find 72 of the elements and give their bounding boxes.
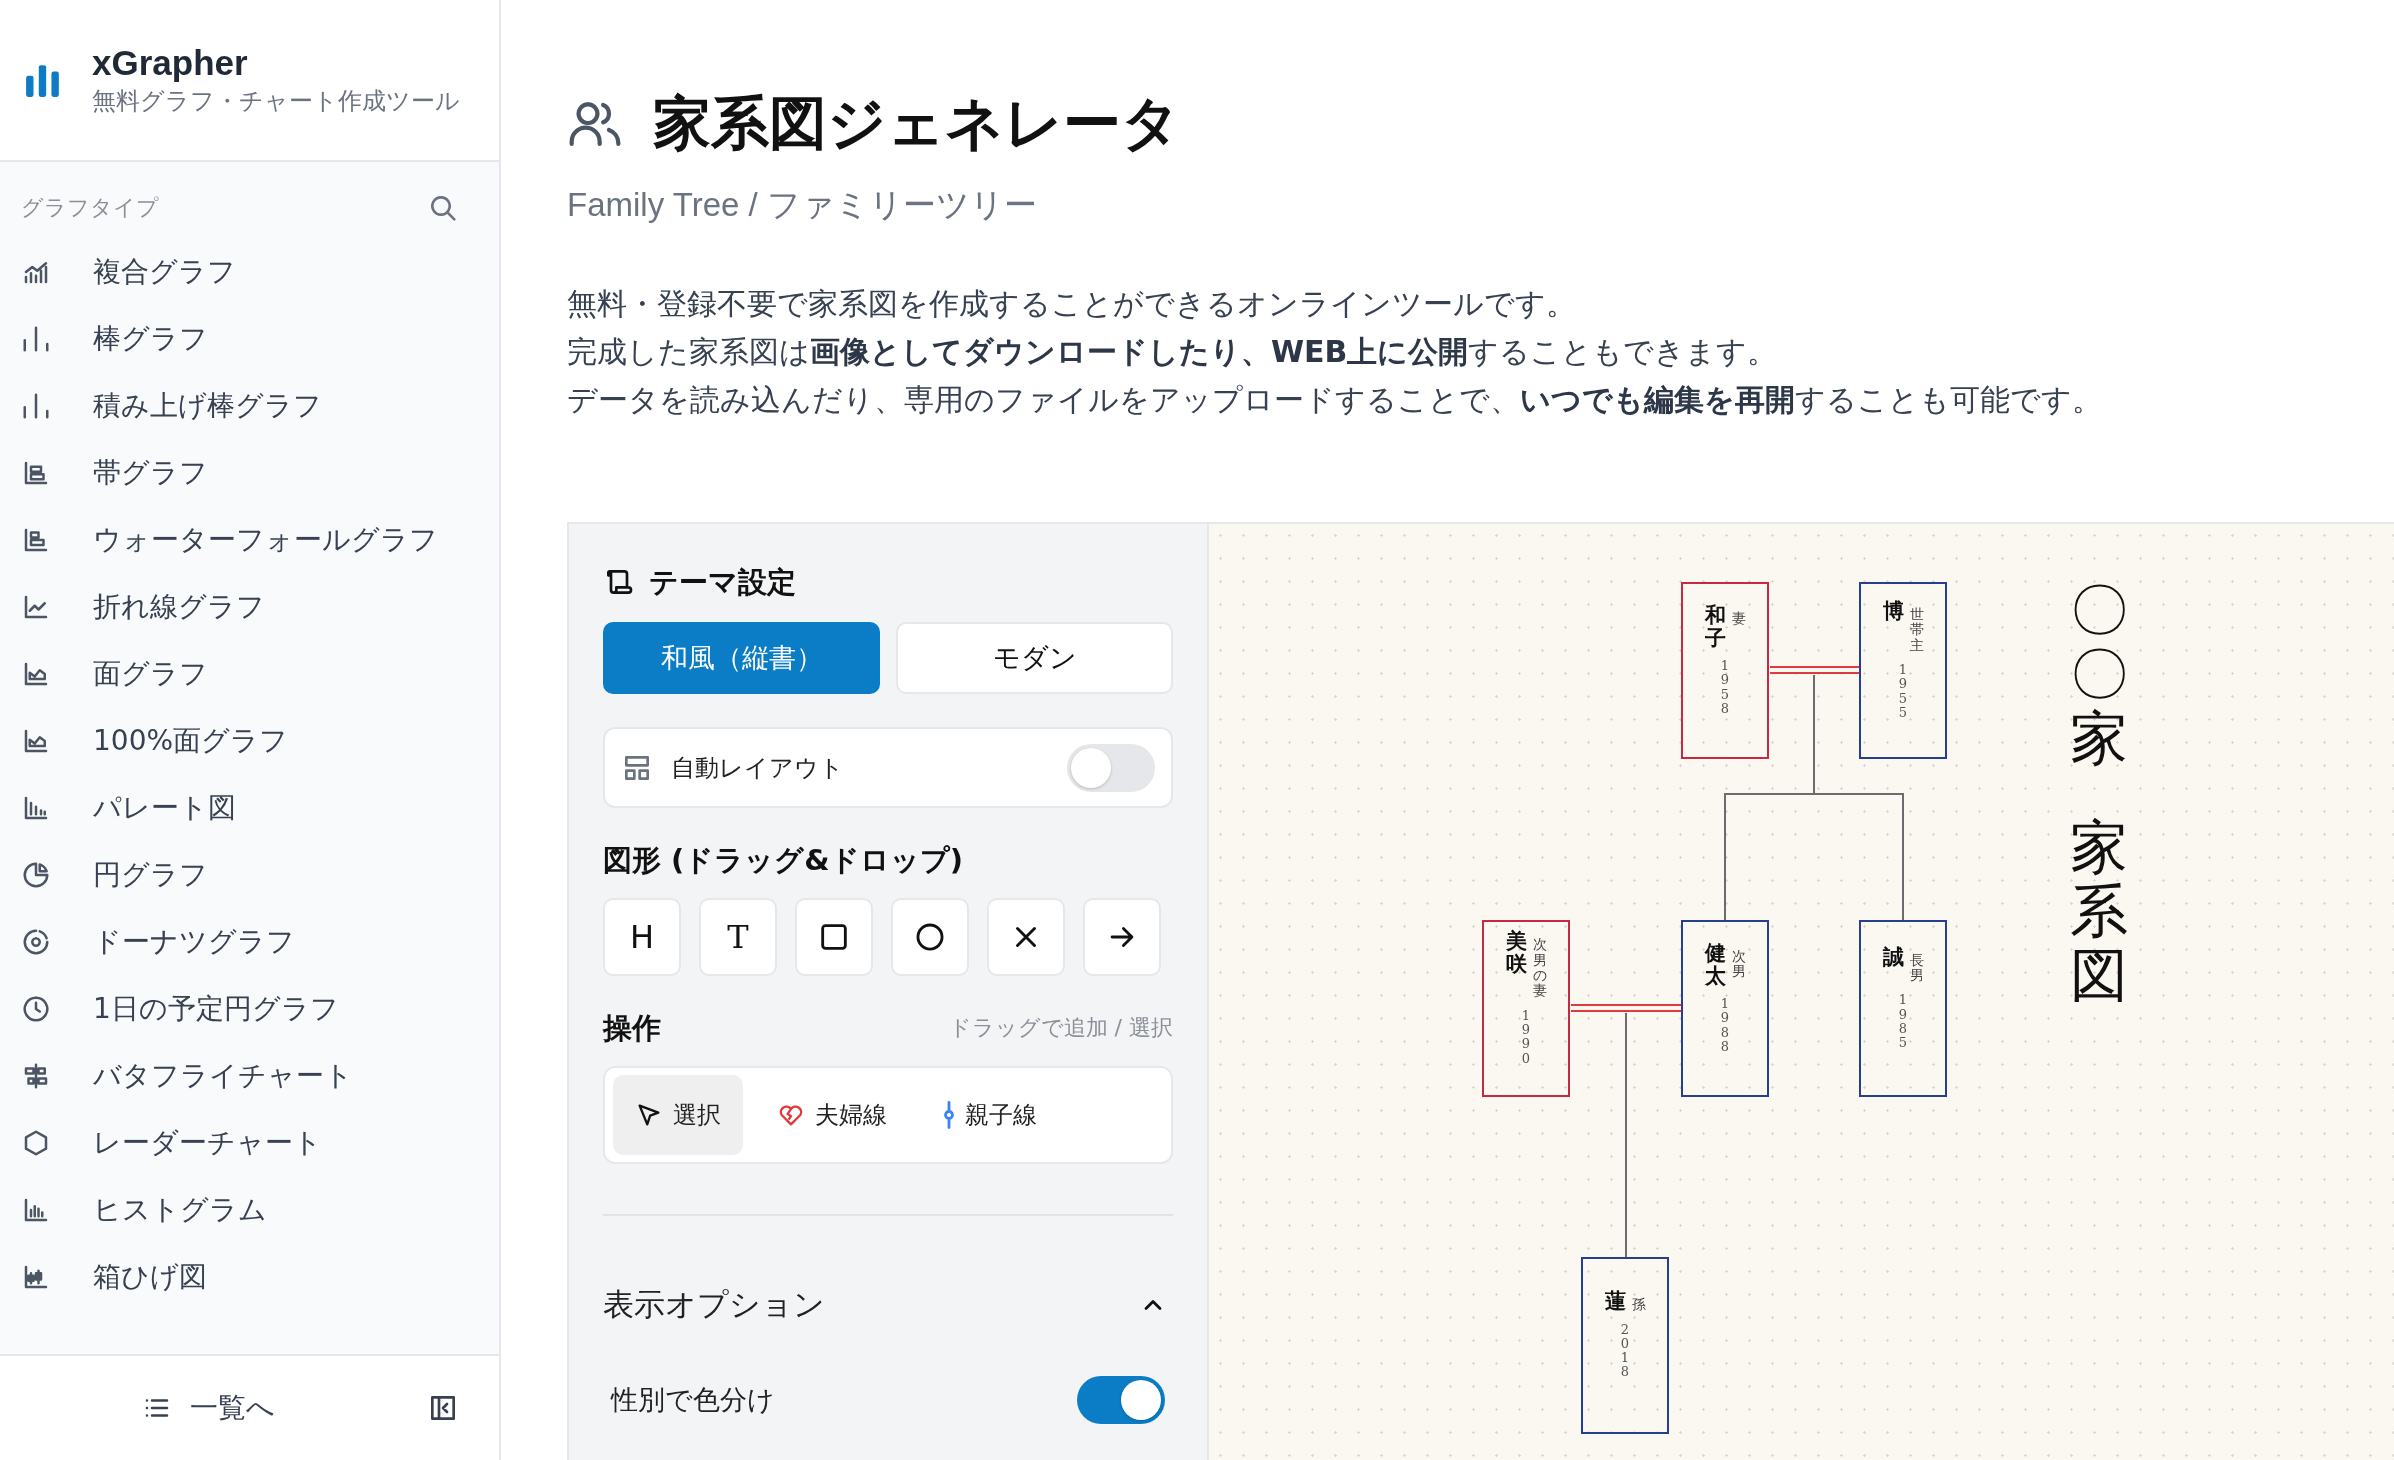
sidebar-item[interactable]: パレート図 <box>0 774 499 841</box>
operations-hint: ドラッグで追加 / 選択 <box>948 1014 1173 1042</box>
section-label: グラフタイプ <box>21 194 159 222</box>
page-subtitle: Family Tree / ファミリーツリー <box>567 185 1038 225</box>
auto-layout-label: 自動レイアウト <box>671 752 845 784</box>
parent-tool-button[interactable]: 親子線 <box>921 1075 1059 1155</box>
connector-icon <box>943 1101 955 1129</box>
sidebar-item[interactable]: ヒストグラム <box>0 1176 499 1243</box>
birth-year: 1958 <box>1719 659 1731 717</box>
person-card[interactable]: 博 世帯主 1955 <box>1859 582 1947 759</box>
brand-tagline: 無料グラフ・チャート作成ツール <box>92 86 460 117</box>
sidebar-item[interactable]: ドーナツグラフ <box>0 908 499 975</box>
person-name: 誠 <box>1882 944 1904 968</box>
brand-name: xGrapher <box>92 42 249 84</box>
person-role: 次男 <box>1731 948 1746 980</box>
sidebar-item[interactable]: ウォーターフォールグラフ <box>0 506 499 573</box>
section-heading: 操作 <box>603 1010 661 1046</box>
theme-tab[interactable]: 和風（縦書） <box>603 622 880 694</box>
theme-tab[interactable]: モダン <box>896 622 1173 694</box>
chart-title: 家系図 <box>2070 816 2128 1008</box>
person-name: 博 <box>1882 598 1904 622</box>
sidebar-item[interactable]: 複合グラフ <box>0 238 499 305</box>
display-options-header[interactable]: 表示オプション <box>603 1281 1173 1329</box>
circle-shape-button[interactable] <box>891 898 969 976</box>
sidebar-item[interactable]: レーダーチャート <box>0 1109 499 1176</box>
section-heading: テーマ設定 <box>649 564 796 600</box>
birth-year: 2018 <box>1619 1322 1631 1380</box>
toggle-switch[interactable] <box>1067 743 1155 792</box>
section-heading: 図形 (ドラッグ&ドロップ) <box>603 842 964 878</box>
description-text: データを読み込んだり、専用のファイルをアップロードすることで、いつでも編集を再開することも可能です。 <box>567 381 2103 419</box>
birth-year: 1988 <box>1719 997 1731 1055</box>
birth-year: 1955 <box>1897 663 1909 721</box>
sidebar-item[interactable]: 1日の予定円グラフ <box>0 975 499 1042</box>
sidebar-item[interactable]: バタフライチャート <box>0 1042 499 1109</box>
cross-shape-button[interactable] <box>987 898 1065 976</box>
person-role: 世帯主 <box>1909 606 1924 653</box>
sidebar-item[interactable]: 面グラフ <box>0 640 499 707</box>
option-label: 性別で色分け <box>611 1383 775 1417</box>
person-role: 長男 <box>1909 952 1924 984</box>
page-title: 家系図ジェネレータ <box>653 88 1180 158</box>
person-role: 孫 <box>1631 1297 1646 1313</box>
person-card[interactable]: 和子 妻 1958 <box>1681 582 1769 759</box>
person-card[interactable]: 蓮 孫 2018 <box>1581 1257 1669 1434</box>
arrow-shape-button[interactable] <box>1083 898 1161 976</box>
person-name: 和子 <box>1704 602 1726 649</box>
person-card[interactable]: 健太 次男 1988 <box>1681 920 1769 1097</box>
person-role: 次男の妻 <box>1532 937 1547 999</box>
person-name: 蓮 <box>1604 1289 1626 1313</box>
select-tool-button[interactable]: 選択 <box>613 1075 743 1155</box>
person-name: 美咲 <box>1505 929 1527 976</box>
couple-tool-button[interactable]: 夫婦線 <box>755 1075 909 1155</box>
sidebar-item[interactable]: 折れ線グラフ <box>0 573 499 640</box>
family-name: 〇〇家 <box>2070 579 2128 771</box>
toggle-switch[interactable] <box>1077 1376 1165 1424</box>
text-shape-button[interactable]: H <box>603 898 681 976</box>
person-card[interactable]: 誠 長男 1985 <box>1859 920 1947 1097</box>
sidebar-item[interactable]: 100%面グラフ <box>0 707 499 774</box>
person-role: 妻 <box>1731 610 1746 627</box>
sidebar-item[interactable]: 積み上げ棒グラフ <box>0 372 499 439</box>
birth-year: 1985 <box>1897 993 1909 1051</box>
sidebar-item[interactable]: 円グラフ <box>0 841 499 908</box>
sidebar-item[interactable]: 棒グラフ <box>0 305 499 372</box>
person-name: 健太 <box>1704 940 1726 987</box>
description-text: 無料・登録不要で家系図を作成することができるオンラインツールです。 <box>567 285 1577 323</box>
birth-year: 1990 <box>1520 1008 1532 1066</box>
bar-chart-icon <box>24 62 62 98</box>
list-button[interactable]: 一覧へ <box>130 1381 287 1435</box>
square-shape-button[interactable] <box>795 898 873 976</box>
sidebar-item[interactable]: 箱ひげ図 <box>0 1243 499 1310</box>
sidebar-item[interactable]: 帯グラフ <box>0 439 499 506</box>
text-shape-button[interactable]: T <box>699 898 777 976</box>
description-text: 完成した家系図は画像としてダウンロードしたり、WEB上に公開することもできます。 <box>567 333 1779 371</box>
